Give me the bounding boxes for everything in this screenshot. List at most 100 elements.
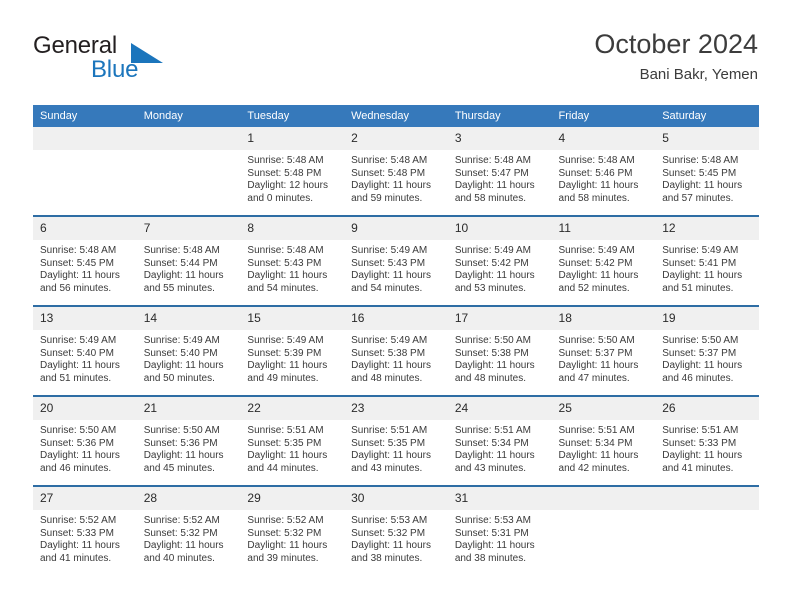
calendar-day-cell[interactable]: 5 Sunrise: 5:48 AM Sunset: 5:45 PM Daylight…: [655, 127, 759, 216]
calendar-week-row: 13 Sunrise: 5:49 AM Sunset: 5:40 PM Dayligh…: [33, 305, 759, 396]
day-detail-sunrise: Sunrise: 5:53 AM: [351, 515, 428, 526]
calendar-day-cell[interactable]: 14 Sunrise: 5:49 AM Sunset: 5:40 PM Dayligh…: [136, 305, 241, 396]
day-detail-sunrise: Sunrise: 5:49 AM: [351, 245, 428, 256]
calendar-day-cell[interactable]: 20 Sunrise: 5:50 AM Sunset: 5:36 PM Dayligh…: [33, 395, 137, 486]
title-block: October 2024 Bani Bakr, Yemen: [594, 28, 758, 85]
day-detail-daylight-line2: and 46 minutes.: [662, 372, 734, 384]
day-detail-sunset: Sunset: 5:32 PM: [247, 527, 322, 539]
day-detail-sunset: Sunset: 5:35 PM: [247, 437, 322, 449]
calendar-day-cell[interactable]: 2 Sunrise: 5:48 AM Sunset: 5:48 PM Daylight…: [344, 127, 448, 216]
day-details: Sunrise: 5:50 AM Sunset: 5:36 PM Daylight:…: [137, 420, 241, 475]
day-cell-inner: 10 Sunrise: 5:49 AM Sunset: 5:42 PM Dayligh…: [447, 217, 552, 305]
day-detail-sunrise: Sunrise: 5:51 AM: [662, 425, 739, 436]
calendar-body: 1 Sunrise: 5:48 AM Sunset: 5:48 PM Daylight…: [33, 127, 759, 575]
day-number: 16: [344, 307, 448, 330]
day-number: 15: [240, 307, 345, 330]
calendar-day-cell[interactable]: 22 Sunrise: 5:51 AM Sunset: 5:35 PM Dayligh…: [240, 395, 345, 486]
day-number: 26: [655, 397, 759, 420]
day-detail-sunrise: Sunrise: 5:48 AM: [351, 155, 428, 166]
calendar-day-cell[interactable]: 1 Sunrise: 5:48 AM Sunset: 5:48 PM Daylight…: [240, 127, 345, 216]
day-number: 11: [551, 217, 656, 240]
day-details: Sunrise: 5:49 AM Sunset: 5:40 PM Daylight:…: [137, 330, 241, 385]
calendar-day-cell[interactable]: 30 Sunrise: 5:53 AM Sunset: 5:32 PM Dayligh…: [344, 485, 448, 575]
day-detail-daylight-line1: Daylight: 11 hours: [40, 360, 120, 372]
day-detail-sunset: Sunset: 5:45 PM: [662, 167, 737, 179]
day-detail-sunset: Sunset: 5:35 PM: [351, 437, 426, 449]
day-details: Sunrise: 5:48 AM Sunset: 5:48 PM Daylight:…: [344, 150, 448, 205]
day-number: 20: [33, 397, 137, 420]
day-detail-sunset: Sunset: 5:37 PM: [558, 347, 633, 359]
calendar-day-cell[interactable]: 12 Sunrise: 5:49 AM Sunset: 5:41 PM Dayligh…: [655, 215, 759, 306]
day-cell-inner: 5 Sunrise: 5:48 AM Sunset: 5:45 PM Daylight…: [655, 127, 759, 215]
brand-logo[interactable]: General Blue: [33, 32, 273, 88]
day-cell-inner: 20 Sunrise: 5:50 AM Sunset: 5:36 PM Dayligh…: [33, 397, 137, 485]
day-cell-inner: 11 Sunrise: 5:49 AM Sunset: 5:42 PM Dayligh…: [551, 217, 656, 305]
day-details: Sunrise: 5:51 AM Sunset: 5:34 PM Daylight:…: [552, 420, 656, 475]
day-cell-inner: 31 Sunrise: 5:53 AM Sunset: 5:31 PM Dayligh…: [447, 487, 552, 575]
day-cell-inner: 30 Sunrise: 5:53 AM Sunset: 5:32 PM Dayligh…: [344, 487, 448, 575]
day-detail-sunrise: Sunrise: 5:49 AM: [143, 335, 220, 346]
calendar-day-cell[interactable]: 17 Sunrise: 5:50 AM Sunset: 5:38 PM Dayligh…: [447, 305, 552, 396]
calendar-day-cell[interactable]: 27 Sunrise: 5:52 AM Sunset: 5:33 PM Dayligh…: [33, 485, 137, 575]
day-cell-inner: 26 Sunrise: 5:51 AM Sunset: 5:33 PM Dayligh…: [655, 397, 759, 485]
day-detail-sunset: Sunset: 5:43 PM: [351, 257, 426, 269]
calendar-day-cell[interactable]: 23 Sunrise: 5:51 AM Sunset: 5:35 PM Dayligh…: [344, 395, 448, 486]
day-number: 9: [344, 217, 448, 240]
calendar-day-cell[interactable]: 24 Sunrise: 5:51 AM Sunset: 5:34 PM Dayligh…: [447, 395, 552, 486]
day-detail-sunset: Sunset: 5:38 PM: [454, 347, 529, 359]
day-number: 21: [136, 397, 241, 420]
calendar-day-cell[interactable]: 21 Sunrise: 5:50 AM Sunset: 5:36 PM Dayligh…: [136, 395, 241, 486]
calendar-day-cell[interactable]: 15 Sunrise: 5:49 AM Sunset: 5:39 PM Dayligh…: [240, 305, 345, 396]
day-detail-daylight-line2: and 40 minutes.: [143, 552, 215, 564]
day-detail-daylight-line1: Daylight: 11 hours: [351, 360, 431, 372]
day-detail-sunset: Sunset: 5:34 PM: [454, 437, 529, 449]
calendar-day-cell-empty: [655, 485, 759, 575]
day-cell-inner: 17 Sunrise: 5:50 AM Sunset: 5:38 PM Dayligh…: [447, 307, 552, 395]
day-number: 24: [447, 397, 552, 420]
calendar-week-row: 1 Sunrise: 5:48 AM Sunset: 5:48 PM Daylight…: [33, 127, 759, 216]
calendar-day-cell[interactable]: 11 Sunrise: 5:49 AM Sunset: 5:42 PM Dayligh…: [551, 215, 656, 306]
calendar-day-cell[interactable]: 19 Sunrise: 5:50 AM Sunset: 5:37 PM Dayligh…: [655, 305, 759, 396]
calendar-day-cell[interactable]: 25 Sunrise: 5:51 AM Sunset: 5:34 PM Dayligh…: [551, 395, 656, 486]
day-details: Sunrise: 5:52 AM Sunset: 5:32 PM Daylight:…: [137, 510, 241, 565]
day-detail-sunset: Sunset: 5:48 PM: [351, 167, 426, 179]
day-cell-inner: 9 Sunrise: 5:49 AM Sunset: 5:43 PM Daylight…: [344, 217, 448, 305]
calendar-day-cell[interactable]: 4 Sunrise: 5:48 AM Sunset: 5:46 PM Daylight…: [551, 127, 656, 216]
day-detail-daylight-line2: and 43 minutes.: [351, 462, 423, 474]
calendar-day-cell[interactable]: 6 Sunrise: 5:48 AM Sunset: 5:45 PM Daylight…: [33, 215, 137, 306]
calendar-day-cell-empty: [551, 485, 656, 575]
day-cell-inner: 15 Sunrise: 5:49 AM Sunset: 5:39 PM Dayligh…: [240, 307, 345, 395]
calendar-day-cell[interactable]: 13 Sunrise: 5:49 AM Sunset: 5:40 PM Dayligh…: [33, 305, 137, 396]
day-detail-daylight-line1: Daylight: 11 hours: [454, 450, 535, 462]
calendar-day-cell[interactable]: 3 Sunrise: 5:48 AM Sunset: 5:47 PM Daylight…: [447, 127, 552, 216]
day-cell-inner: 25 Sunrise: 5:51 AM Sunset: 5:34 PM Dayligh…: [551, 397, 656, 485]
day-detail-sunrise: Sunrise: 5:53 AM: [454, 515, 531, 526]
calendar-day-cell[interactable]: 28 Sunrise: 5:52 AM Sunset: 5:32 PM Dayligh…: [136, 485, 241, 575]
day-details: Sunrise: 5:48 AM Sunset: 5:43 PM Daylight:…: [240, 240, 344, 295]
calendar-day-cell[interactable]: 31 Sunrise: 5:53 AM Sunset: 5:31 PM Dayligh…: [447, 485, 552, 575]
page-title: October 2024: [594, 29, 758, 59]
day-details: Sunrise: 5:50 AM Sunset: 5:38 PM Daylight:…: [448, 330, 552, 385]
day-detail-sunset: Sunset: 5:42 PM: [454, 257, 529, 269]
day-cell-inner: 16 Sunrise: 5:49 AM Sunset: 5:38 PM Dayligh…: [344, 307, 448, 395]
calendar-day-cell[interactable]: 16 Sunrise: 5:49 AM Sunset: 5:38 PM Dayligh…: [344, 305, 448, 396]
day-detail-sunset: Sunset: 5:31 PM: [454, 527, 529, 539]
day-detail-daylight-line1: Daylight: 11 hours: [558, 360, 639, 372]
calendar-day-cell[interactable]: 29 Sunrise: 5:52 AM Sunset: 5:32 PM Dayligh…: [240, 485, 345, 575]
day-number: 14: [136, 307, 241, 330]
calendar-day-cell[interactable]: 9 Sunrise: 5:49 AM Sunset: 5:43 PM Daylight…: [344, 215, 448, 306]
calendar-day-cell[interactable]: 10 Sunrise: 5:49 AM Sunset: 5:42 PM Dayligh…: [447, 215, 552, 306]
day-detail-daylight-line1: Daylight: 11 hours: [143, 450, 224, 462]
weekday-header-tuesday: Tuesday: [240, 105, 345, 127]
day-detail-daylight-line2: and 55 minutes.: [143, 282, 215, 294]
calendar-day-cell[interactable]: 18 Sunrise: 5:50 AM Sunset: 5:37 PM Dayligh…: [551, 305, 656, 396]
day-detail-sunrise: Sunrise: 5:49 AM: [662, 245, 739, 256]
calendar-day-cell[interactable]: 8 Sunrise: 5:48 AM Sunset: 5:43 PM Daylight…: [240, 215, 345, 306]
calendar-day-cell[interactable]: 26 Sunrise: 5:51 AM Sunset: 5:33 PM Dayligh…: [655, 395, 759, 486]
calendar-day-cell[interactable]: 7 Sunrise: 5:48 AM Sunset: 5:44 PM Daylight…: [136, 215, 241, 306]
day-detail-daylight-line1: Daylight: 11 hours: [143, 270, 224, 282]
day-detail-sunset: Sunset: 5:37 PM: [662, 347, 737, 359]
page-subtitle: Bani Bakr, Yemen: [639, 66, 758, 83]
brand-name-blue: Blue: [91, 56, 139, 83]
day-cell-inner: [33, 127, 137, 215]
